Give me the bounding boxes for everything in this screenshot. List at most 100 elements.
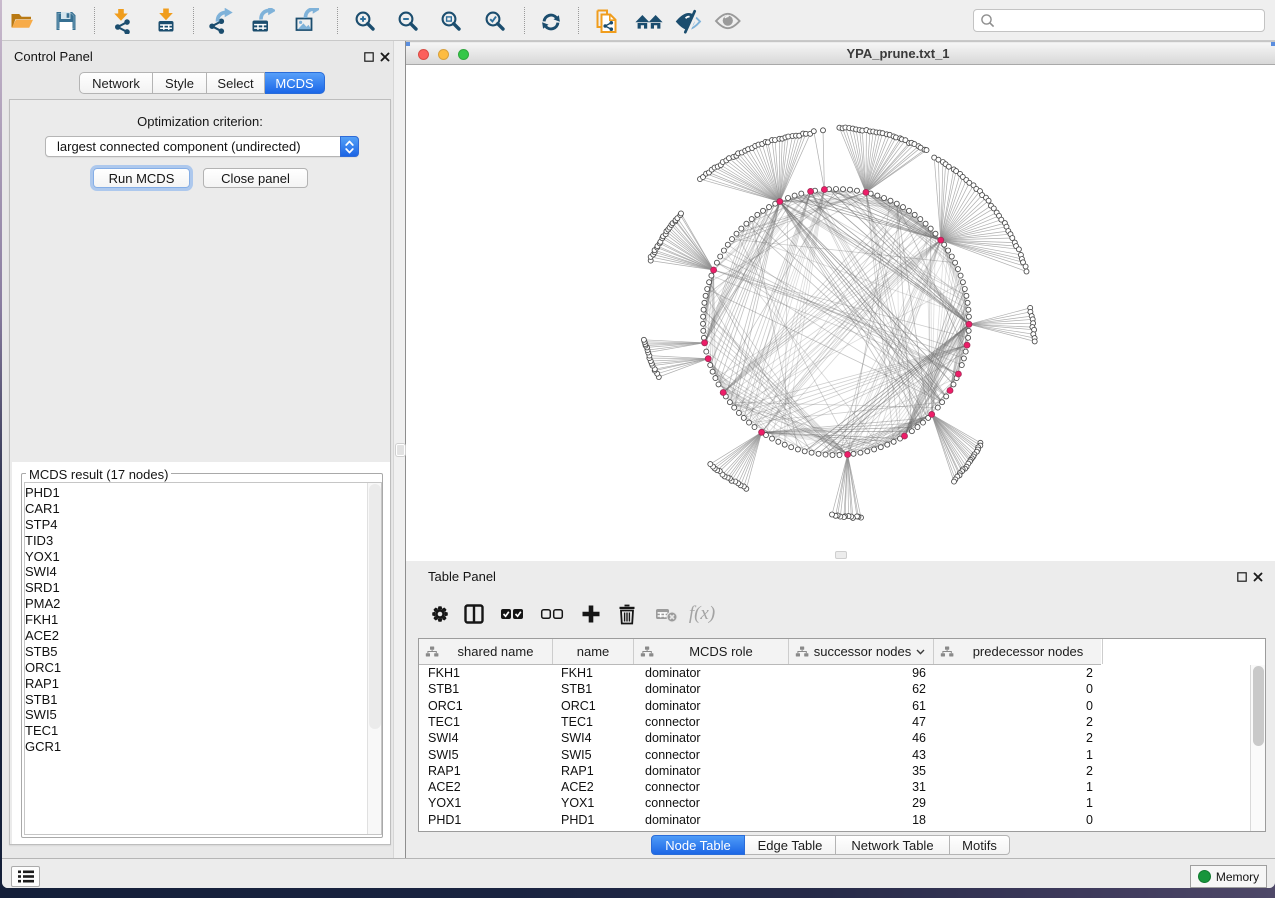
zoom-fit-button[interactable] [432, 3, 468, 38]
mcds-result-list[interactable]: PHD1CAR1STP4TID3YOX1SWI4SRD1PMA2FKH1ACE2… [24, 482, 382, 835]
minimize-traffic-light[interactable] [438, 49, 449, 60]
result-node-item[interactable]: STB5 [25, 644, 61, 660]
result-node-item[interactable]: SWI5 [25, 707, 61, 723]
export-network-button[interactable] [203, 3, 239, 38]
table-row[interactable]: PHD1PHD1dominator180 [419, 812, 1265, 828]
result-node-item[interactable]: RAP1 [25, 676, 61, 692]
column-header-MCDS-role[interactable]: MCDS role [634, 639, 789, 664]
result-list-scrollbar[interactable] [367, 483, 381, 834]
table-row[interactable]: RAP1RAP1dominator352 [419, 763, 1265, 779]
float-icon[interactable] [1237, 570, 1247, 580]
table-scrollbar-thumb[interactable] [1253, 666, 1264, 746]
network-view-canvas[interactable] [406, 65, 1275, 561]
show-column-button[interactable] [457, 597, 491, 631]
result-node-item[interactable]: SWI4 [25, 564, 61, 580]
result-node-item[interactable]: TID3 [25, 533, 61, 549]
table-row[interactable]: TEC1TEC1connector472 [419, 714, 1265, 730]
horizontal-splitter-grip[interactable] [835, 551, 847, 559]
cell-successor-nodes: 61 [912, 699, 926, 713]
open-session-button[interactable] [4, 3, 40, 38]
tab-select[interactable]: Select [207, 72, 265, 94]
delete-column-button[interactable] [610, 597, 644, 631]
search-input[interactable] [996, 12, 1264, 30]
table-scrollbar[interactable] [1250, 665, 1265, 831]
frame-corner-accent [406, 42, 410, 46]
clone-network-icon [593, 7, 619, 35]
column-label: successor nodes [809, 644, 916, 659]
hide-selected-button[interactable] [671, 3, 707, 38]
panel-list-button[interactable] [11, 866, 40, 887]
zoom-in-button[interactable] [346, 3, 382, 38]
select-all-columns-button[interactable] [495, 597, 529, 631]
cell-successor-nodes: 62 [912, 682, 926, 696]
table-row[interactable]: SWI5SWI5connector431 [419, 747, 1265, 763]
refresh-view-button[interactable] [533, 3, 569, 38]
save-session-button[interactable] [48, 3, 84, 38]
result-node-item[interactable]: YOX1 [25, 549, 61, 565]
result-node-item[interactable]: CAR1 [25, 501, 61, 517]
table-row[interactable]: SWI4SWI4dominator462 [419, 730, 1265, 746]
tab-edge-table[interactable]: Edge Table [745, 835, 836, 855]
tab-motifs[interactable]: Motifs [950, 835, 1010, 855]
tab-style[interactable]: Style [153, 72, 207, 94]
export-table-icon [249, 8, 275, 34]
show-all-button[interactable] [710, 3, 746, 38]
cell-name: RAP1 [561, 764, 594, 778]
result-scrollbar-thumb[interactable] [369, 484, 381, 729]
export-image-icon [293, 8, 319, 34]
clone-network-button[interactable] [588, 3, 624, 38]
close-traffic-light[interactable] [418, 49, 429, 60]
column-header-predecessor-nodes[interactable]: predecessor nodes [934, 639, 1103, 664]
close-panel-button[interactable]: Close panel [203, 168, 308, 188]
vertical-splitter[interactable] [393, 41, 406, 858]
result-node-item[interactable]: STB1 [25, 692, 61, 708]
result-node-item[interactable]: STP4 [25, 517, 61, 533]
table-row[interactable]: FKH1FKH1dominator962 [419, 665, 1265, 681]
table-row[interactable]: ORC1ORC1dominator610 [419, 698, 1265, 714]
zoom-out-button[interactable] [389, 3, 425, 38]
tab-node-table[interactable]: Node Table [651, 835, 745, 855]
table-settings-button[interactable] [423, 597, 457, 631]
export-image-button[interactable] [288, 3, 324, 38]
column-header-name[interactable]: name [553, 639, 634, 664]
search-box[interactable] [973, 9, 1265, 32]
network-window-titlebar[interactable]: YPA_prune.txt_1 [406, 43, 1275, 65]
import-table-button[interactable] [148, 3, 184, 38]
org-icon [640, 646, 654, 657]
column-header-shared-name[interactable]: shared name [419, 639, 553, 664]
cell-MCDS-role: dominator [645, 731, 701, 745]
result-node-item[interactable]: TEC1 [25, 723, 61, 739]
zoom-traffic-light[interactable] [458, 49, 469, 60]
criterion-dropdown[interactable]: largest connected component (undirected) [45, 136, 359, 157]
table-row[interactable]: STB1STB1dominator620 [419, 681, 1265, 697]
result-node-item[interactable]: PMA2 [25, 596, 61, 612]
result-node-item[interactable]: PHD1 [25, 485, 61, 501]
export-table-button[interactable] [244, 3, 280, 38]
column-header-successor-nodes[interactable]: successor nodes [789, 639, 934, 664]
first-neighbors-button[interactable] [631, 3, 667, 38]
table-row[interactable]: YOX1YOX1connector291 [419, 795, 1265, 811]
create-column-button[interactable] [574, 597, 608, 631]
result-node-item[interactable]: FKH1 [25, 612, 61, 628]
unselect-all-columns-button[interactable] [535, 597, 569, 631]
import-network-button[interactable] [104, 3, 140, 38]
close-icon[interactable] [380, 50, 390, 60]
tab-mcds[interactable]: MCDS [265, 72, 325, 94]
result-node-item[interactable]: SRD1 [25, 580, 61, 596]
close-icon[interactable] [1253, 570, 1263, 580]
zoom-selected-icon [482, 9, 506, 33]
tab-network-table[interactable]: Network Table [836, 835, 950, 855]
result-node-item[interactable]: ACE2 [25, 628, 61, 644]
zoom-selected-button[interactable] [476, 3, 512, 38]
result-node-item[interactable]: GCR1 [25, 739, 61, 755]
cell-name: SWI4 [561, 731, 592, 745]
result-node-item[interactable]: ORC1 [25, 660, 61, 676]
eye-slash-icon [675, 8, 703, 34]
float-icon[interactable] [364, 50, 374, 60]
cell-successor-nodes: 29 [912, 796, 926, 810]
table-row[interactable]: ACE2ACE2connector311 [419, 779, 1265, 795]
vertical-splitter-grip[interactable] [396, 444, 405, 456]
memory-button[interactable]: Memory [1190, 865, 1267, 888]
run-mcds-button[interactable]: Run MCDS [93, 168, 190, 188]
tab-network[interactable]: Network [79, 72, 153, 94]
